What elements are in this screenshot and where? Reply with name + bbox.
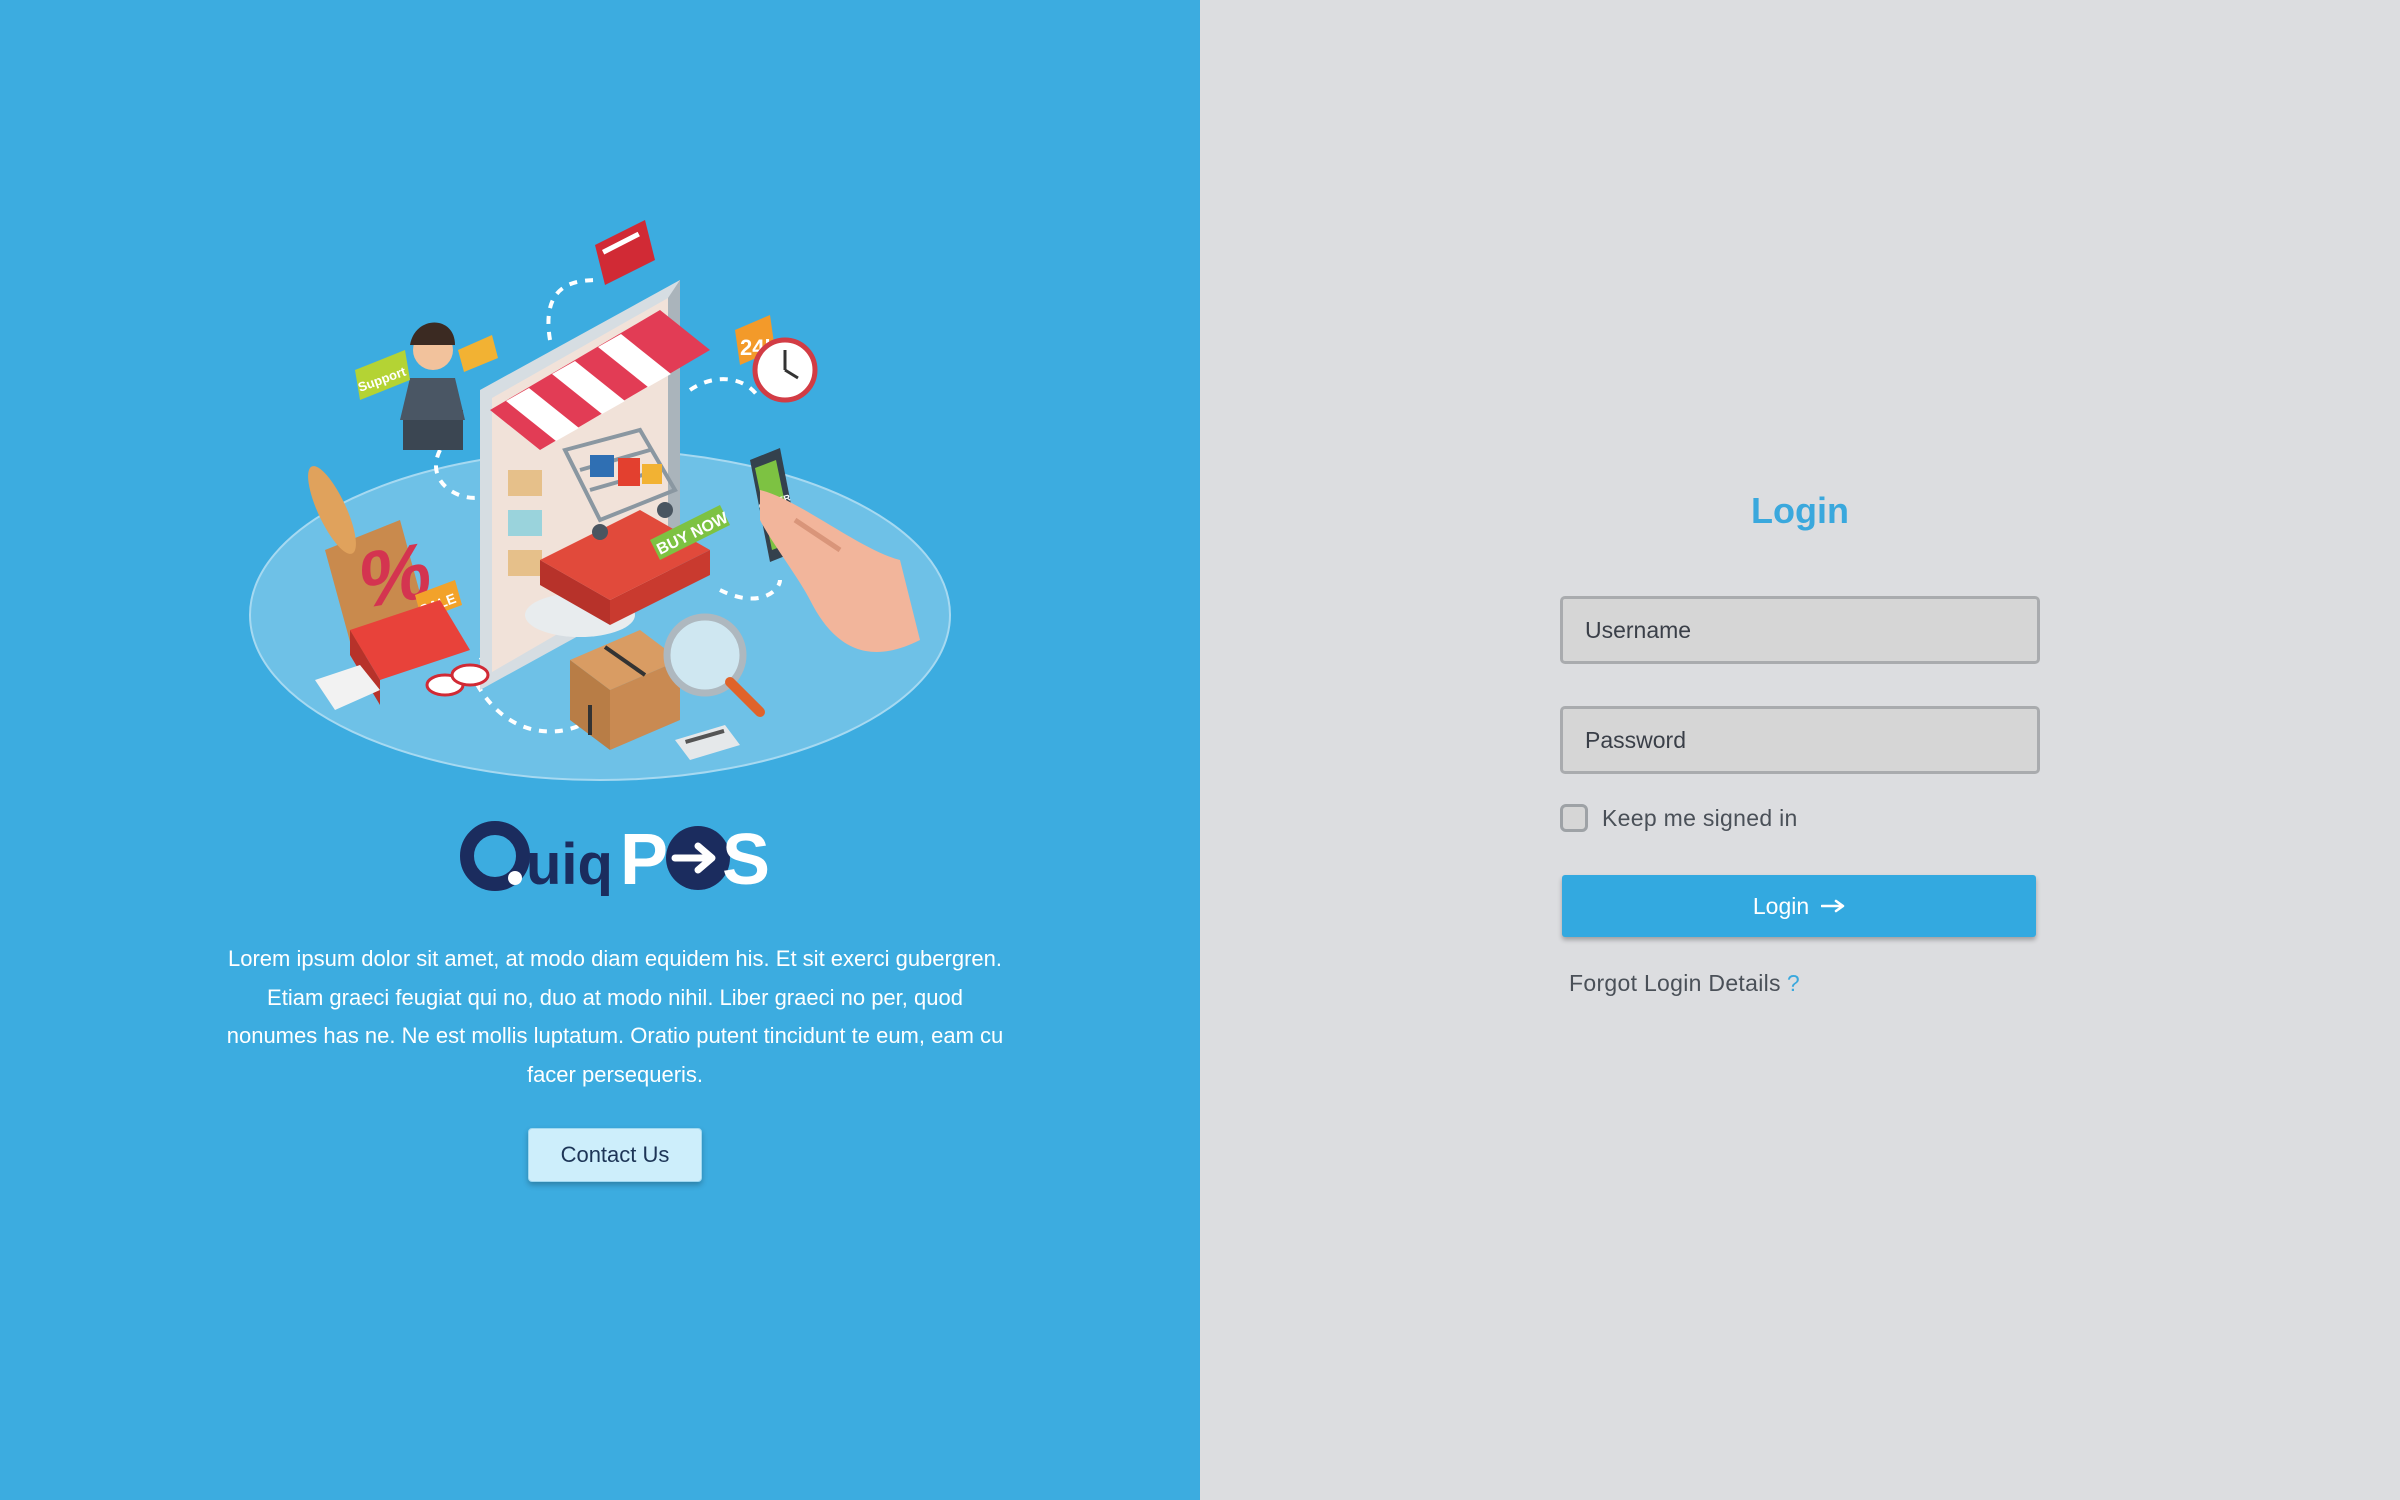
keep-signed-in-checkbox[interactable]	[1560, 804, 1588, 832]
password-input[interactable]	[1560, 706, 2040, 774]
login-button[interactable]: Login	[1562, 875, 2036, 937]
keep-signed-in-row[interactable]: Keep me signed in	[1560, 803, 1798, 833]
svg-text:P: P	[620, 820, 668, 900]
help-question-mark[interactable]: ?	[1787, 970, 1800, 996]
forgot-login-link[interactable]: Forgot Login Details?	[1569, 970, 1800, 997]
arrow-right-icon	[1821, 899, 1845, 913]
svg-text:S: S	[722, 820, 770, 900]
username-input[interactable]	[1560, 596, 2040, 664]
svg-text:uiq: uiq	[526, 832, 613, 897]
contact-us-button[interactable]: Contact Us	[528, 1128, 702, 1182]
login-button-label: Login	[1752, 892, 1810, 919]
quiqpos-logo: uiq P S	[460, 818, 770, 904]
login-title: Login	[1751, 490, 1849, 531]
description-text: Lorem ipsum dolor sit amet, at modo diam…	[226, 946, 1004, 1087]
shop-illustration: BUY NOW 24h Support % SALE	[249, 220, 951, 781]
left-panel: BUY NOW 24h Support % SALE	[0, 0, 1200, 1500]
forgot-login-label[interactable]: Forgot Login Details	[1569, 970, 1781, 996]
keep-signed-in-label[interactable]: Keep me signed in	[1602, 805, 1798, 832]
